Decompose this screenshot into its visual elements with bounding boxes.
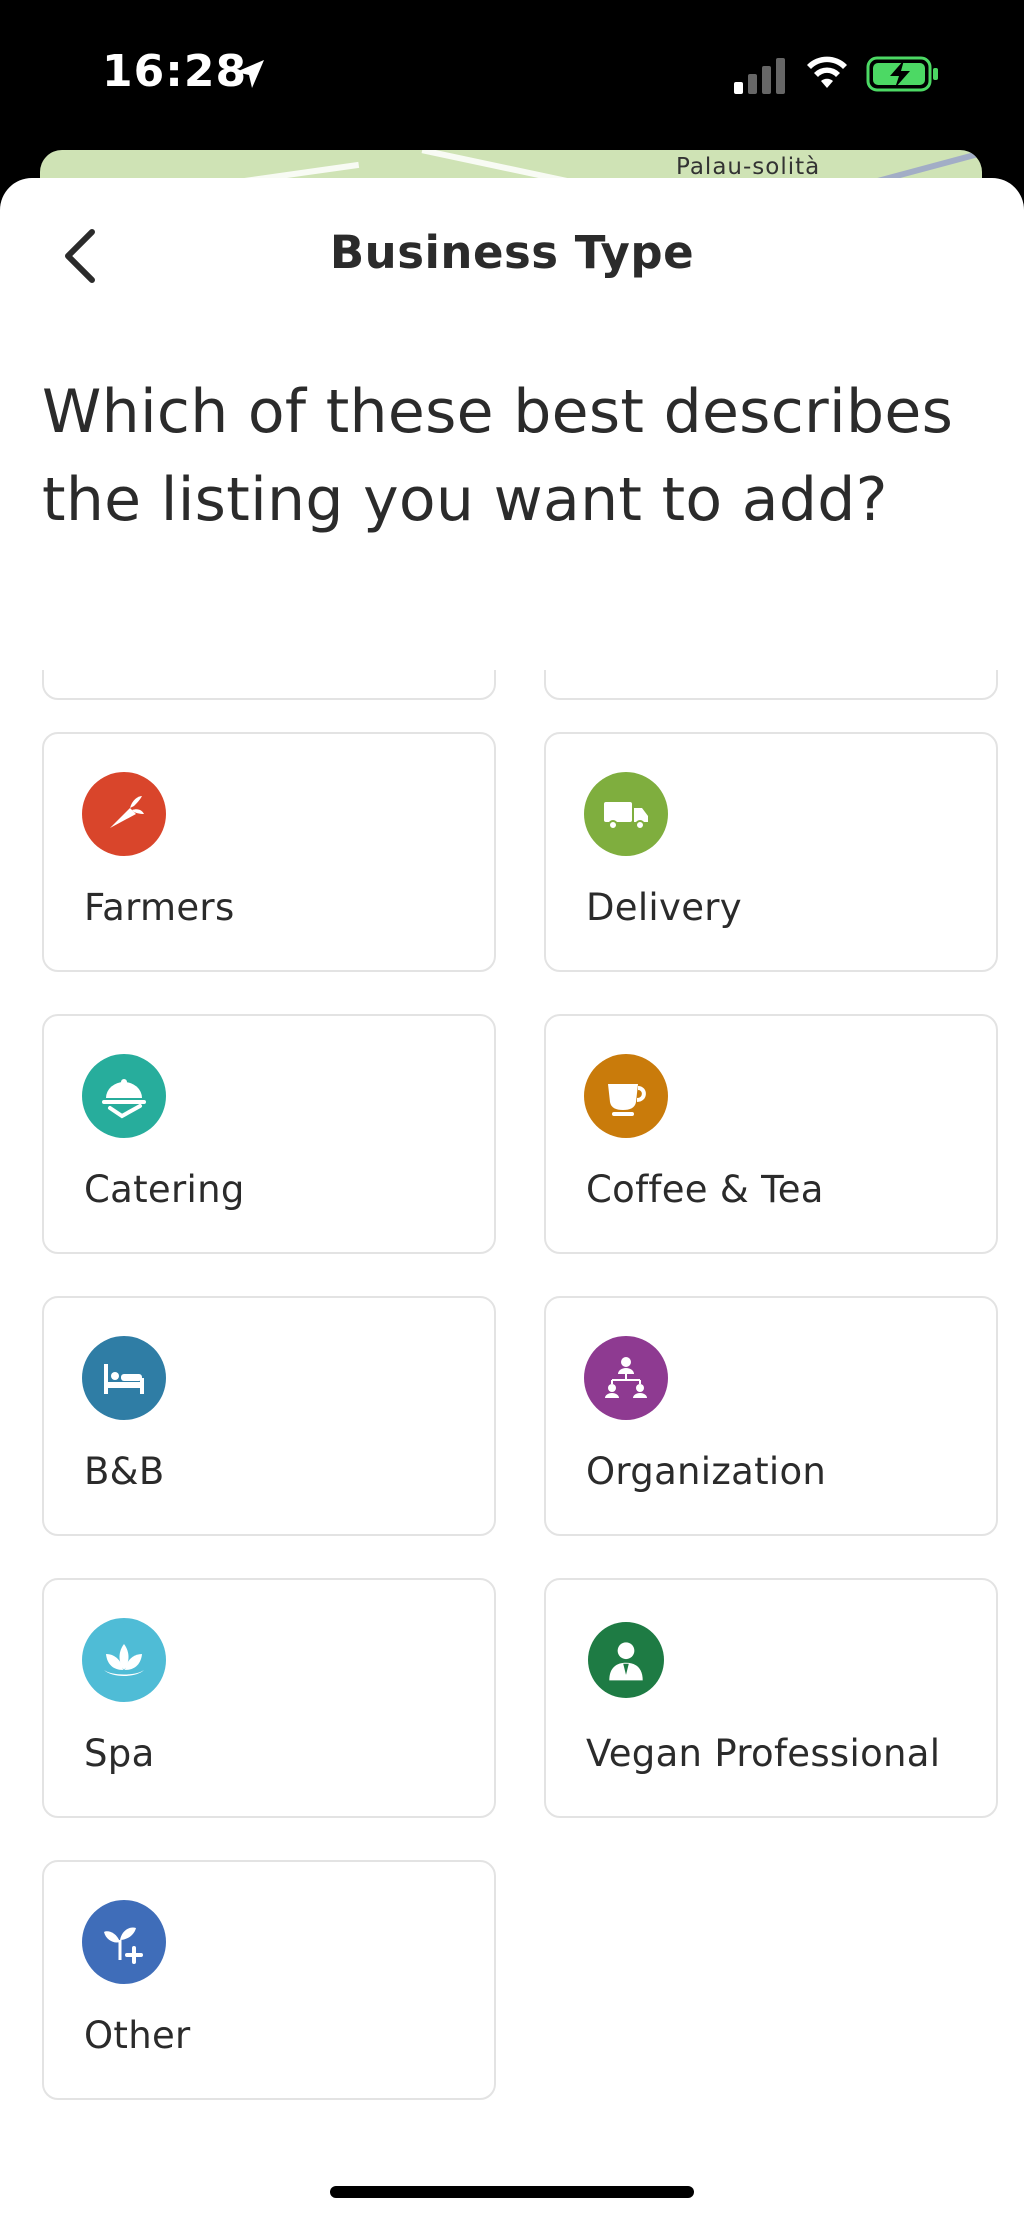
option-card-hidden[interactable] — [42, 670, 496, 700]
option-spa[interactable]: Spa — [42, 1578, 496, 1818]
option-label: Spa — [84, 1732, 155, 1775]
business-type-sheet: Business Type Which of these best descri… — [0, 178, 1024, 2220]
option-label: Organization — [586, 1450, 827, 1493]
screen: 16:28 Palau-solità Business Type Which o… — [0, 0, 1024, 2220]
option-label: Catering — [84, 1168, 245, 1211]
page-title: Business Type — [329, 226, 695, 279]
home-indicator — [330, 2186, 694, 2198]
option-label: Farmers — [84, 886, 235, 929]
option-farmers[interactable]: Farmers — [42, 732, 496, 972]
coffee-cup-icon — [584, 1054, 668, 1138]
professional-person-icon — [588, 1622, 664, 1698]
option-label: B&B — [84, 1450, 165, 1493]
option-coffee-tea[interactable]: Coffee & Tea — [544, 1014, 998, 1254]
option-card-hidden[interactable] — [544, 670, 998, 700]
option-bnb[interactable]: B&B — [42, 1296, 496, 1536]
wifi-icon — [807, 56, 847, 88]
serving-dish-icon — [82, 1054, 166, 1138]
option-vegan-professional[interactable]: Vegan Professional — [544, 1578, 998, 1818]
cellular-signal-icon — [734, 58, 785, 94]
option-label: Other — [84, 2014, 191, 2057]
option-label: Vegan Professional — [586, 1732, 941, 1775]
bed-icon — [82, 1336, 166, 1420]
status-time: 16:28 — [102, 46, 248, 97]
option-label: Coffee & Tea — [586, 1168, 824, 1211]
truck-icon — [584, 772, 668, 856]
map-place-label: Palau-solità — [676, 154, 821, 180]
option-delivery[interactable]: Delivery — [544, 732, 998, 972]
location-arrow-icon — [236, 60, 264, 88]
carrot-icon — [82, 772, 166, 856]
lotus-icon — [82, 1618, 166, 1702]
people-hierarchy-icon — [584, 1336, 668, 1420]
sprout-plus-icon — [82, 1900, 166, 1984]
option-catering[interactable]: Catering — [42, 1014, 496, 1254]
nav-bar: Business Type — [0, 178, 1024, 328]
option-other[interactable]: Other — [42, 1860, 496, 2100]
option-organization[interactable]: Organization — [544, 1296, 998, 1536]
question-heading: Which of these best describes the listin… — [42, 377, 954, 535]
option-label: Delivery — [586, 886, 742, 929]
status-bar: 16:28 — [0, 0, 1024, 150]
battery-charging-icon — [866, 56, 938, 92]
business-type-grid: Farmers Delivery Catering Coffee & Tea B… — [0, 670, 1024, 2150]
